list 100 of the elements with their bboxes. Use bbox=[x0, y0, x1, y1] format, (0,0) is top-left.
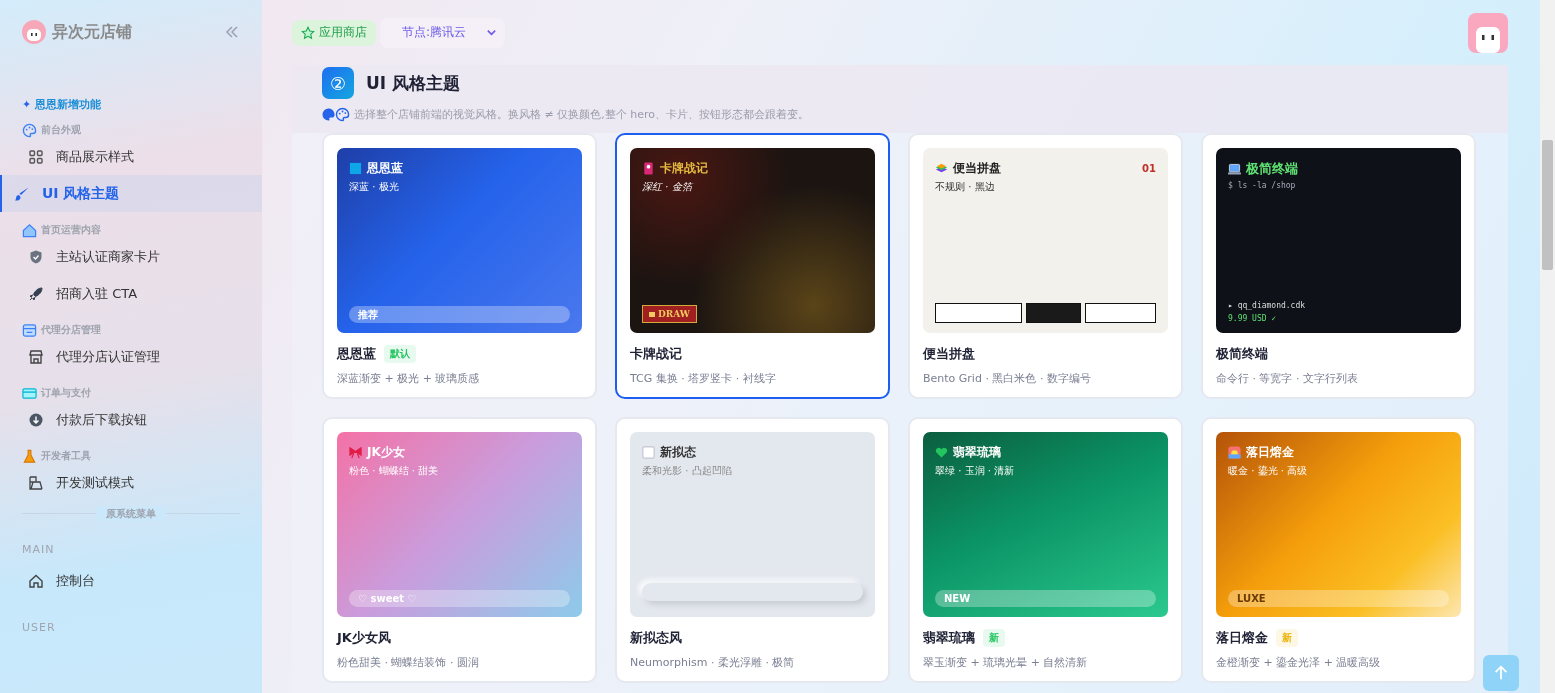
bento-block bbox=[1085, 303, 1156, 323]
theme-name: 翡翠琉璃 bbox=[923, 629, 975, 647]
theme-name: 卡牌战记 bbox=[630, 345, 682, 363]
bento-block bbox=[1026, 303, 1082, 323]
card-icon bbox=[22, 385, 37, 401]
preview-subtitle: $ ls -la /shop bbox=[1228, 181, 1297, 190]
brush-icon bbox=[14, 185, 30, 202]
preview-tag: LUXE bbox=[1228, 590, 1449, 607]
divider-label: 原系统菜单 bbox=[96, 507, 166, 521]
theme-description: 金橙渐变 + 鎏金光泽 + 温暖高级 bbox=[1216, 655, 1382, 670]
chevron-down-icon bbox=[486, 27, 498, 38]
preview-title: 新拟态 bbox=[660, 444, 697, 461]
nav-item[interactable]: UI 风格主题 bbox=[0, 175, 262, 212]
nav-item[interactable]: 主站认证商家卡片 bbox=[0, 238, 262, 275]
star-icon bbox=[301, 25, 315, 40]
step-number: ② bbox=[322, 67, 354, 99]
card-icon bbox=[642, 162, 655, 175]
preview-title: JK少女 bbox=[367, 444, 406, 461]
preview-subtitle: 粉色 · 蝴蝶结 · 甜美 bbox=[349, 464, 440, 478]
group-heading: 代理分店管理 bbox=[41, 323, 101, 337]
theme-badge: 新 bbox=[1276, 629, 1298, 647]
nav-item[interactable]: 招商入驻 CTA bbox=[0, 275, 262, 312]
heart-icon bbox=[935, 446, 948, 459]
scrollbar-thumb[interactable] bbox=[1542, 140, 1553, 270]
theme-name: 落日熔金 bbox=[1216, 629, 1268, 647]
panel-description: 选择整个店铺前端的视觉风格。换风格 ≠ 仅换颜色,整个 hero、卡片、按钮形态都会跟着变。 bbox=[354, 107, 809, 122]
group-heading: 订单与支付 bbox=[41, 386, 91, 400]
group-heading: 首页运营内容 bbox=[41, 223, 101, 237]
theme-description: 粉色甜美 · 蝴蝶结装饰 · 圆润 bbox=[337, 655, 480, 670]
nav-item[interactable]: 代理分店认证管理 bbox=[0, 338, 262, 375]
draw-button: DRAW bbox=[642, 305, 697, 323]
nav-item[interactable]: 付款后下载按钮 bbox=[0, 401, 262, 438]
palette-icon bbox=[322, 107, 350, 122]
nav-item[interactable]: 开发测试模式 bbox=[0, 464, 262, 501]
feature-heading: 恩恩新增功能 bbox=[35, 96, 102, 112]
theme-name: 便当拼盘 bbox=[923, 345, 975, 363]
checkbox-icon bbox=[642, 446, 655, 459]
sunset-icon bbox=[1228, 446, 1241, 459]
group-heading: 前台外观 bbox=[41, 123, 81, 137]
theme-name: 新拟态风 bbox=[630, 629, 682, 647]
group-heading: 开发者工具 bbox=[41, 449, 91, 463]
palette-icon bbox=[22, 122, 37, 138]
nav-item[interactable]: 商品展示样式 bbox=[0, 138, 262, 175]
preview-title: 极简终端 bbox=[1246, 160, 1299, 178]
preview-subtitle: 深红 · 金箔 bbox=[642, 180, 694, 194]
theme-description: Bento Grid · 黑白米色 · 数字编号 bbox=[923, 371, 1092, 386]
preview-subtitle: 不规则 · 黑边 bbox=[935, 180, 996, 194]
grid-icon bbox=[28, 148, 44, 165]
flask-icon bbox=[22, 448, 37, 464]
theme-badge: 新 bbox=[983, 629, 1005, 647]
preview-title: 翡翠琉璃 bbox=[953, 444, 1002, 461]
theme-card[interactable]: 卡牌战记 深红 · 金箔 DRAW 卡牌战记 TCG 集换 · 塔罗竖卡 · 衬线字 bbox=[615, 133, 890, 399]
avatar-logo-icon bbox=[22, 20, 46, 44]
preview-subtitle: 翠绿 · 玉润 · 清新 bbox=[935, 464, 1016, 478]
card-icon bbox=[649, 311, 655, 317]
theme-card[interactable]: 便当拼盘 01 不规则 · 黑边 便当拼盘 Bento Grid · 黑白米色 · 数字编号 bbox=[908, 133, 1183, 399]
theme-card[interactable]: 恩恩蓝 深蓝 · 极光 推荐 恩恩蓝 默认 深蓝渐变 + 极光 + 玻璃质感 bbox=[322, 133, 597, 399]
nav-item[interactable]: 控制台 bbox=[0, 562, 262, 599]
preview-title: 落日熔金 bbox=[1246, 444, 1295, 461]
preview-title: 便当拼盘 bbox=[953, 160, 1002, 177]
node-select[interactable]: 节点:腾讯云 bbox=[380, 17, 506, 48]
preview-tag: 推荐 bbox=[349, 306, 570, 323]
preview-title: 卡牌战记 bbox=[660, 160, 709, 177]
theme-card[interactable]: 极简终端 $ ls -la /shop ▸ qq_diamond.cdk 9.99 USD ✓ 极简终端 命令行 · 等宽字 · 文字行列表 bbox=[1201, 133, 1476, 399]
section-heading: MAIN bbox=[22, 543, 56, 556]
theme-description: Neumorphism · 柔光浮雕 · 极简 bbox=[630, 655, 796, 670]
back-to-top-button[interactable] bbox=[1483, 655, 1519, 691]
panel-title: UI 风格主题 bbox=[366, 71, 461, 95]
arrow-up-icon bbox=[1492, 664, 1510, 682]
preview-subtitle: 深蓝 · 极光 bbox=[349, 180, 400, 194]
theme-name: 恩恩蓝 bbox=[337, 345, 376, 363]
house-icon bbox=[22, 222, 37, 238]
theme-name: 极简终端 bbox=[1216, 345, 1268, 363]
theme-card[interactable]: JK少女 粉色 · 蝴蝶结 · 甜美 ♡ sweet ♡ JK少女风 粉色甜美 · 蝴蝶结装饰 · 圆润 bbox=[322, 417, 597, 683]
terminal-line: 9.99 USD ✓ bbox=[1228, 314, 1278, 323]
theme-card[interactable]: 翡翠琉璃 翠绿 · 玉润 · 清新 NEW 翡翠琉璃 新 翠玉渐变 + 琉璃光晕 + 自然清新 bbox=[908, 417, 1183, 683]
shop-icon bbox=[28, 348, 44, 365]
brand-name: 异次元店铺 bbox=[52, 21, 133, 43]
preview-tag: ♡ sweet ♡ bbox=[349, 590, 570, 607]
preview-subtitle: 柔和光影 · 凸起凹陷 bbox=[642, 464, 733, 478]
home-icon bbox=[28, 572, 44, 589]
preview-tag: NEW bbox=[935, 590, 1156, 607]
theme-badge: 默认 bbox=[384, 345, 416, 363]
store-icon bbox=[22, 322, 37, 338]
square-icon bbox=[349, 162, 362, 175]
preview-subtitle: 暖金 · 鎏光 · 高级 bbox=[1228, 464, 1309, 478]
section-heading: USER bbox=[22, 621, 57, 634]
rocket-icon bbox=[28, 285, 44, 302]
user-avatar[interactable] bbox=[1468, 12, 1508, 53]
bow-icon bbox=[349, 446, 362, 459]
terminal-line: ▸ qq_diamond.cdk bbox=[1228, 301, 1307, 310]
download-icon bbox=[28, 411, 44, 428]
theme-description: 翠玉渐变 + 琉璃光晕 + 自然清新 bbox=[923, 655, 1089, 670]
preview-title: 恩恩蓝 bbox=[367, 160, 404, 177]
theme-card[interactable]: 新拟态 柔和光影 · 凸起凹陷 新拟态风 Neumorphism · 柔光浮雕 · 极简 bbox=[615, 417, 890, 683]
collapse-icon[interactable] bbox=[224, 24, 240, 40]
theme-card[interactable]: 落日熔金 暖金 · 鎏光 · 高级 LUXE 落日熔金 新 金橙渐变 + 鎏金光泽 + 温暖高级 bbox=[1201, 417, 1476, 683]
theme-name: JK少女风 bbox=[337, 629, 391, 647]
theme-description: 深蓝渐变 + 极光 + 玻璃质感 bbox=[337, 371, 481, 386]
shield-icon bbox=[28, 248, 44, 265]
